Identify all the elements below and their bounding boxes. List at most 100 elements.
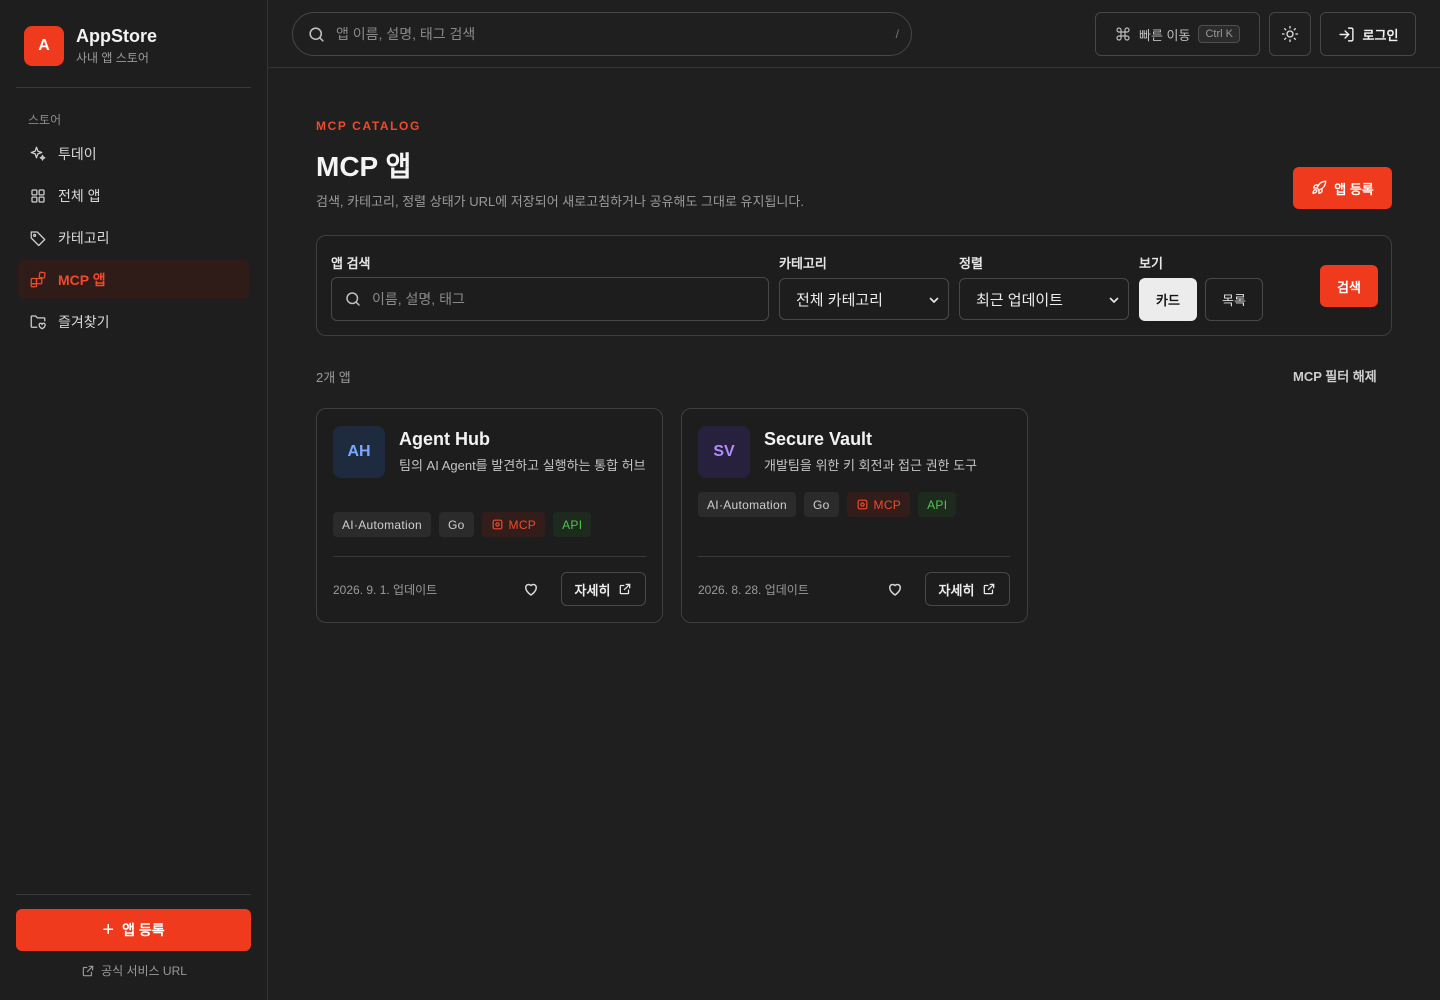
blocks-icon: [29, 271, 47, 289]
app-detail-button[interactable]: 자세히: [925, 572, 1010, 606]
view-list-toggle[interactable]: 목록: [1205, 278, 1263, 321]
sidebar-item-label: 전체 앱: [58, 187, 101, 204]
search-icon: [307, 25, 326, 44]
view-filter-label: 보기: [1139, 256, 1163, 271]
sparkles-icon: [29, 145, 47, 163]
tag-icon: [29, 229, 47, 247]
tag-mcp[interactable]: MCP: [481, 512, 546, 537]
sidebar-item-label: 카테고리: [58, 229, 110, 246]
brand-name: AppStore: [76, 26, 157, 46]
sidebar: A AppStore 사내 앱 스토어 스토어 투데이 전체 앱 카테고리 MC…: [0, 0, 268, 1000]
mcp-icon: [856, 498, 874, 511]
brand-logo: A: [24, 26, 64, 66]
official-service-url-link[interactable]: 공식 서비스 URL: [0, 962, 268, 979]
app-card[interactable]: SV Secure Vault 개발팀을 위한 키 회전과 접근 권한 도구 A…: [681, 408, 1028, 623]
search-shortcut-hint: /: [895, 27, 899, 41]
tag-language[interactable]: Go: [803, 492, 839, 517]
result-count: 2개 앱: [316, 370, 351, 385]
clear-mcp-filter-link[interactable]: MCP 필터 해제: [1293, 366, 1377, 385]
login-icon: [1338, 26, 1355, 43]
sidebar-nav: 투데이 전체 앱 카테고리 MCP 앱 즐겨찾기: [18, 134, 249, 344]
page-description: 검색, 카테고리, 정렬 상태가 URL에 저장되어 새로고침하거나 공유해도 …: [316, 194, 804, 209]
chevron-down-icon: [928, 294, 940, 306]
card-divider: [698, 556, 1010, 557]
app-tags: AI·Automation Go MCP API: [698, 492, 964, 517]
search-filter-label: 앱 검색: [331, 256, 371, 271]
app-card[interactable]: AH Agent Hub 팀의 AI Agent를 발견하고 실행하는 통합 허…: [316, 408, 663, 623]
card-divider: [333, 556, 646, 557]
sidebar-divider: [16, 894, 251, 895]
app-search-input[interactable]: [372, 291, 752, 307]
quick-jump-shortcut: Ctrl K: [1198, 25, 1240, 43]
app-avatar: SV: [698, 426, 750, 478]
favorite-heart-icon[interactable]: [886, 580, 904, 598]
sort-select[interactable]: 최근 업데이트: [959, 278, 1129, 320]
external-link-icon: [610, 582, 632, 596]
brand[interactable]: A AppStore 사내 앱 스토어: [24, 26, 157, 66]
sidebar-item-today[interactable]: 투데이: [18, 134, 249, 173]
app-name[interactable]: Secure Vault: [764, 429, 872, 450]
login-label: 로그인: [1362, 27, 1399, 43]
global-search[interactable]: /: [292, 12, 912, 56]
sun-icon: [1281, 25, 1299, 43]
search-icon: [344, 290, 362, 308]
sort-select-value: 최근 업데이트: [976, 291, 1063, 309]
sidebar-register-app-button[interactable]: + 앱 등록: [16, 909, 251, 951]
app-updated-date: 2026. 9. 1. 업데이트: [333, 583, 438, 597]
tag-category[interactable]: AI·Automation: [333, 512, 431, 537]
sidebar-item-label: MCP 앱: [58, 271, 106, 288]
app-detail-label: 자세히: [574, 582, 611, 598]
sidebar-section-label: 스토어: [28, 113, 62, 127]
page-eyebrow: MCP CATALOG: [316, 119, 421, 133]
app-tags: AI·Automation Go MCP API: [333, 512, 599, 537]
sidebar-item-mcp-apps[interactable]: MCP 앱: [18, 260, 249, 299]
app-name[interactable]: Agent Hub: [399, 429, 490, 450]
global-search-input[interactable]: [336, 26, 856, 42]
plus-icon: +: [102, 919, 115, 941]
login-button[interactable]: 로그인: [1320, 12, 1416, 56]
sort-filter-label: 정렬: [959, 256, 983, 271]
register-app-label: 앱 등록: [1334, 181, 1374, 197]
theme-toggle-button[interactable]: [1269, 12, 1311, 56]
topbar: / 빠른 이동 Ctrl K 로그인: [268, 0, 1440, 68]
app-description: 개발팀을 위한 키 회전과 접근 권한 도구: [764, 458, 978, 473]
quick-jump-label: 빠른 이동: [1139, 27, 1191, 43]
app-detail-label: 자세히: [938, 582, 975, 598]
category-select[interactable]: 전체 카테고리: [779, 278, 949, 320]
sidebar-register-label: 앱 등록: [122, 922, 165, 938]
tag-api[interactable]: API: [553, 512, 592, 537]
tag-api[interactable]: API: [918, 492, 957, 517]
command-icon: [1115, 26, 1131, 42]
sidebar-item-all-apps[interactable]: 전체 앱: [18, 176, 249, 215]
register-app-button[interactable]: 앱 등록: [1293, 167, 1392, 209]
official-service-url-label: 공식 서비스 URL: [101, 964, 187, 978]
tag-category[interactable]: AI·Automation: [698, 492, 796, 517]
chevron-down-icon: [1108, 294, 1120, 306]
favorite-heart-icon[interactable]: [522, 580, 540, 598]
external-link-icon: [974, 582, 996, 596]
tag-mcp[interactable]: MCP: [846, 492, 911, 517]
tag-mcp-label: MCP: [873, 497, 902, 512]
view-card-toggle[interactable]: 카드: [1139, 278, 1197, 321]
tag-mcp-label: MCP: [508, 517, 537, 532]
app-detail-button[interactable]: 자세히: [561, 572, 646, 606]
app-avatar: AH: [333, 426, 385, 478]
rocket-icon: [1311, 180, 1334, 196]
page-title: MCP 앱: [316, 151, 412, 182]
sidebar-item-label: 즐겨찾기: [58, 313, 110, 330]
search-button[interactable]: 검색: [1320, 265, 1378, 307]
category-filter-label: 카테고리: [779, 256, 827, 271]
sidebar-item-category[interactable]: 카테고리: [18, 218, 249, 257]
brand-subtitle: 사내 앱 스토어: [76, 51, 149, 65]
sidebar-item-favorites[interactable]: 즐겨찾기: [18, 302, 249, 341]
app-search-field[interactable]: [331, 277, 769, 321]
category-select-value: 전체 카테고리: [796, 291, 883, 309]
folder-heart-icon: [29, 313, 47, 331]
mcp-icon: [491, 518, 509, 531]
grid-icon: [29, 187, 47, 205]
tag-language[interactable]: Go: [438, 512, 474, 537]
quick-jump-button[interactable]: 빠른 이동 Ctrl K: [1095, 12, 1260, 56]
app-description: 팀의 AI Agent를 발견하고 실행하는 통합 허브: [399, 458, 646, 473]
filter-panel: 앱 검색 카테고리 전체 카테고리 정렬 최근 업데이트 보기 카드 목록 검색: [316, 235, 1392, 336]
sidebar-divider: [16, 87, 251, 88]
